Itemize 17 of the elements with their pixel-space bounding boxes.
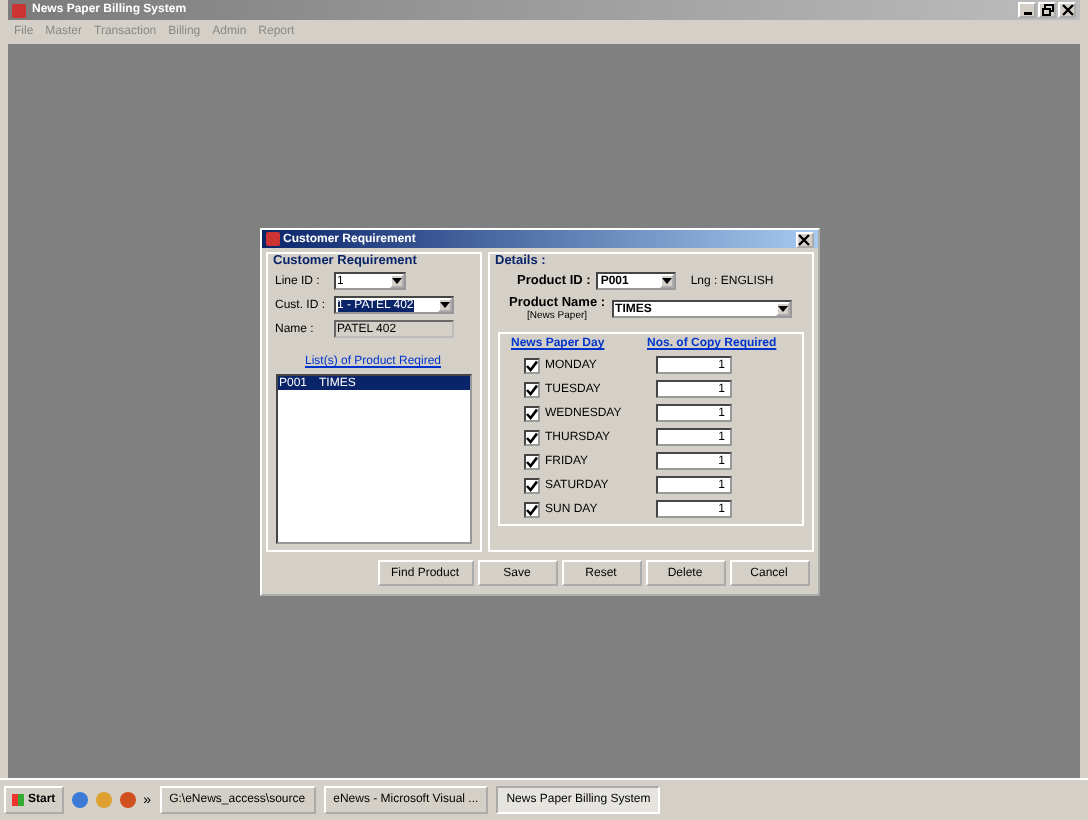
restore-icon: [1041, 4, 1053, 16]
checkbox[interactable]: [523, 453, 539, 469]
close-button[interactable]: [1058, 2, 1076, 18]
dropdown-arrow-icon: [775, 302, 790, 316]
checkbox[interactable]: [523, 429, 539, 445]
checkbox[interactable]: [523, 405, 539, 421]
checkbox[interactable]: [523, 357, 539, 373]
dropdown-arrow-icon: [660, 274, 675, 288]
checkbox[interactable]: [523, 381, 539, 397]
checkbox[interactable]: [523, 501, 539, 517]
minimize-button[interactable]: [1018, 2, 1036, 18]
dropdown-arrow-icon: [437, 298, 451, 312]
checkbox[interactable]: [523, 477, 539, 493]
close-button[interactable]: [795, 231, 813, 247]
windows-flag-icon: [12, 794, 24, 806]
restore-button[interactable]: [1038, 2, 1056, 18]
dropdown-arrow-icon: [389, 274, 403, 288]
